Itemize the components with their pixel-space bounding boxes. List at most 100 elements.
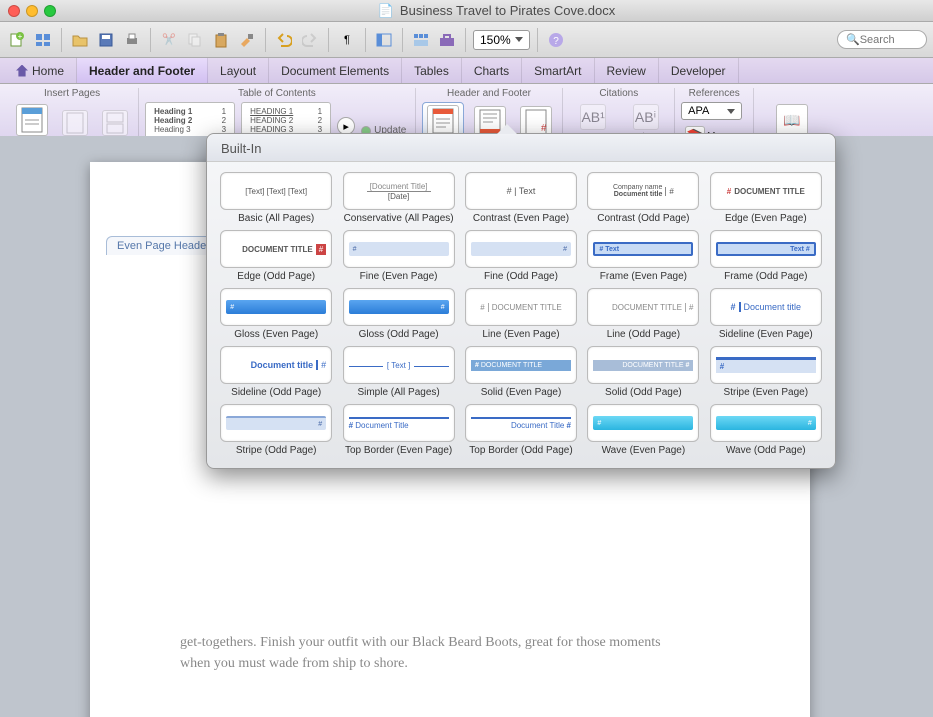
header-style-wave-odd[interactable]: #Wave (Odd Page) [709,404,823,456]
tab-layout[interactable]: Layout [208,58,269,83]
tab-review[interactable]: Review [595,58,659,83]
header-thumb[interactable]: # [220,288,332,326]
citation-style-combo[interactable]: APA [681,102,742,120]
svg-text:+: + [18,32,23,41]
header-style-frame-even[interactable]: # Text Frame (Even Page) [586,230,700,282]
header-style-stripe-even[interactable]: # Stripe (Even Page) [709,346,823,398]
header-thumb[interactable]: # Text [587,230,699,268]
tab-header-and-footer[interactable]: Header and Footer [77,58,208,83]
header-thumb[interactable]: DOCUMENT TITLE# [587,288,699,326]
header-style-topborder-even[interactable]: # Document TitleTop Border (Even Page) [341,404,455,456]
sidebar-button[interactable] [373,29,395,51]
svg-text:?: ? [553,36,559,47]
header-style-contrast-odd[interactable]: Company nameDocument title# Contrast (Odd… [586,172,700,224]
header-style-solid-even[interactable]: # DOCUMENT TITLESolid (Even Page) [464,346,578,398]
header-thumb[interactable]: # DOCUMENT TITLE [465,346,577,384]
header-style-label: Stripe (Even Page) [724,387,809,398]
header-thumb[interactable]: # | Text [465,172,577,210]
header-thumb[interactable]: Document Title # [465,404,577,442]
header-thumb[interactable]: #Document title [710,288,822,326]
header-thumb[interactable]: Text # [710,230,822,268]
header-style-fine-even[interactable]: # Fine (Even Page) [341,230,455,282]
header-style-edge-odd[interactable]: DOCUMENT TITLE#Edge (Odd Page) [219,230,333,282]
header-style-label: Frame (Odd Page) [724,271,807,282]
header-style-line-even[interactable]: #DOCUMENT TITLELine (Even Page) [464,288,578,340]
search-input[interactable] [860,34,920,46]
header-thumb[interactable]: # [710,346,822,384]
cut-button[interactable]: ✂️ [158,29,180,51]
tab-tables[interactable]: Tables [402,58,462,83]
header-thumb[interactable]: #DOCUMENT TITLE [710,172,822,210]
header-thumb[interactable]: DOCUMENT TITLE # [587,346,699,384]
header-thumb[interactable]: # [710,404,822,442]
header-style-fine-odd[interactable]: #Fine (Odd Page) [464,230,578,282]
header-thumb[interactable]: # [587,404,699,442]
close-window-button[interactable] [8,5,20,17]
header-style-sideline-even[interactable]: #Document title Sideline (Even Page) [709,288,823,340]
header-thumb[interactable]: # [343,288,455,326]
header-thumb[interactable]: [Text] [Text] [Text] [220,172,332,210]
header-thumb[interactable]: Company nameDocument title# [587,172,699,210]
header-region-tab[interactable]: Even Page Header [106,236,221,255]
save-button[interactable] [95,29,117,51]
search-box[interactable]: 🔍 [837,30,927,49]
header-style-label: Gloss (Even Page) [234,329,318,340]
tab-developer[interactable]: Developer [659,58,739,83]
copy-button[interactable] [184,29,206,51]
header-style-label: Stripe (Odd Page) [236,445,317,456]
header-style-label: Contrast (Odd Page) [597,213,689,224]
format-painter-button[interactable] [236,29,258,51]
header-style-label: Top Border (Odd Page) [469,445,572,456]
paste-button[interactable] [210,29,232,51]
toolbox-button[interactable] [436,29,458,51]
header-style-label: Basic (All Pages) [238,213,314,224]
minimize-window-button[interactable] [26,5,38,17]
zoom-combo[interactable]: 150% [473,30,530,50]
header-style-label: Sideline (Even Page) [719,329,813,340]
header-thumb[interactable]: # [220,404,332,442]
tab-charts[interactable]: Charts [462,58,522,83]
undo-button[interactable] [273,29,295,51]
show-formatting-button[interactable]: ¶ [336,29,358,51]
header-style-wave-even[interactable]: #Wave (Even Page) [586,404,700,456]
header-thumb[interactable]: [ Text ] [343,346,455,384]
zoom-window-button[interactable] [44,5,56,17]
help-button[interactable]: ? [545,29,567,51]
header-thumb[interactable]: # [465,230,577,268]
header-style-basic[interactable]: [Text] [Text] [Text] Basic (All Pages) [219,172,333,224]
header-style-label: Conservative (All Pages) [344,213,454,224]
header-style-sideline-odd[interactable]: Document title#Sideline (Odd Page) [219,346,333,398]
header-gallery-dropdown: Built-In [Text] [Text] [Text]Basic (All … [206,133,836,469]
header-style-label: Fine (Even Page) [360,271,438,282]
header-style-label: Contrast (Even Page) [473,213,569,224]
redo-button[interactable] [299,29,321,51]
tab-smartart[interactable]: SmartArt [522,58,594,83]
open-button[interactable] [69,29,91,51]
gallery-button[interactable] [410,29,432,51]
header-style-simple[interactable]: [ Text ]Simple (All Pages) [341,346,455,398]
header-style-edge-even[interactable]: #DOCUMENT TITLEEdge (Even Page) [709,172,823,224]
header-thumb[interactable]: [Document Title][Date] [343,172,455,210]
template-button[interactable] [32,29,54,51]
tab-home[interactable]: Home [4,58,77,83]
tab-document-elements[interactable]: Document Elements [269,58,402,83]
header-style-gloss-odd[interactable]: #Gloss (Odd Page) [341,288,455,340]
header-thumb[interactable]: # [343,230,455,268]
print-button[interactable] [121,29,143,51]
header-thumb[interactable]: Document title# [220,346,332,384]
body-text: get-togethers. Finish your outfit with o… [180,632,680,674]
header-style-stripe-odd[interactable]: # Stripe (Odd Page) [219,404,333,456]
header-style-conservative[interactable]: [Document Title][Date] Conservative (All … [341,172,455,224]
header-style-gloss-even[interactable]: # Gloss (Even Page) [219,288,333,340]
window-titlebar: 📄 Business Travel to Pirates Cove.docx [0,0,933,22]
header-thumb[interactable]: #DOCUMENT TITLE [465,288,577,326]
header-style-line-odd[interactable]: DOCUMENT TITLE#Line (Odd Page) [586,288,700,340]
header-style-contrast-even[interactable]: # | Text Contrast (Even Page) [464,172,578,224]
header-thumb[interactable]: # Document Title [343,404,455,442]
header-style-frame-odd[interactable]: Text # Frame (Odd Page) [709,230,823,282]
header-style-topborder-odd[interactable]: Document Title # Top Border (Odd Page) [464,404,578,456]
new-doc-button[interactable]: + [6,29,28,51]
header-thumb[interactable]: DOCUMENT TITLE# [220,230,332,268]
header-style-solid-odd[interactable]: DOCUMENT TITLE #Solid (Odd Page) [586,346,700,398]
header-style-label: Frame (Even Page) [600,271,687,282]
